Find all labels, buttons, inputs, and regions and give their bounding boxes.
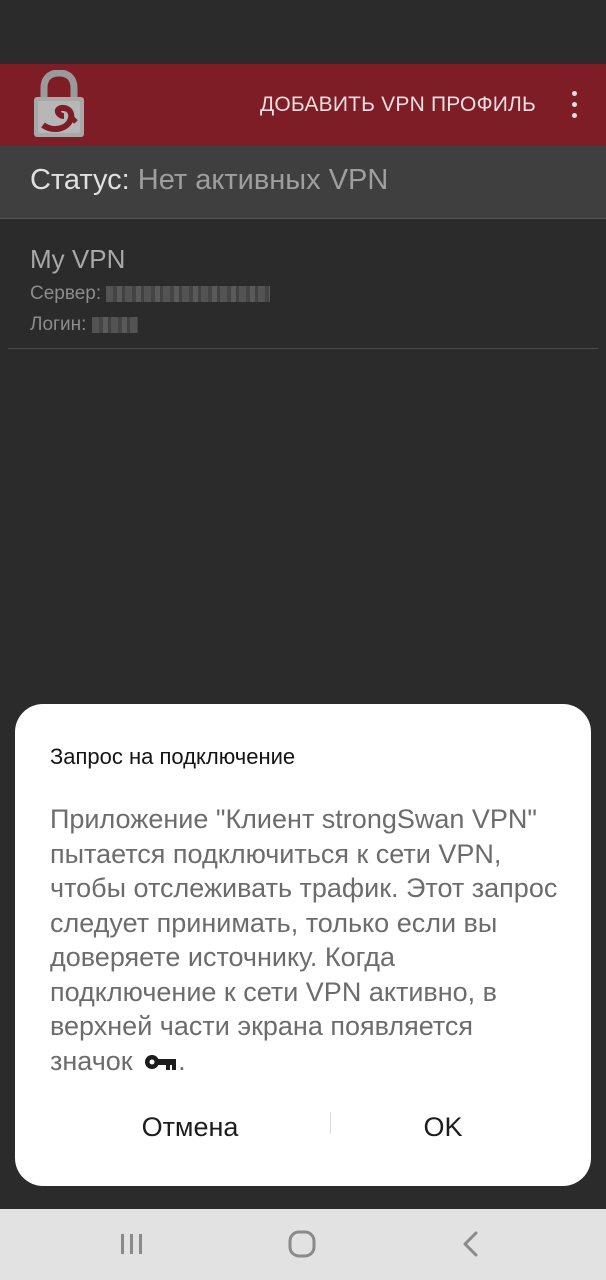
home-icon[interactable]	[285, 1227, 319, 1261]
screen: ДОБАВИТЬ VPN ПРОФИЛЬ Статус: Нет активны…	[0, 0, 606, 1280]
ok-button[interactable]: OK	[325, 1102, 561, 1152]
redacted-login-value	[91, 316, 138, 333]
dialog-message: Приложение "Клиент strongSwan VPN" пытае…	[50, 802, 560, 1078]
recent-apps-icon[interactable]	[115, 1227, 149, 1261]
key-icon	[144, 1046, 178, 1070]
vpn-profile-item[interactable]: My VPN Сервер: Логин:	[8, 230, 598, 349]
status-value: Нет активных VPN	[137, 164, 389, 196]
dialog-buttons: Отмена OK	[15, 1102, 591, 1152]
system-navigation-bar	[0, 1209, 606, 1280]
profile-login-line: Логин:	[30, 314, 138, 336]
dialog-message-end: .	[178, 1045, 186, 1076]
dialog-message-text: Приложение "Клиент strongSwan VPN" пытае…	[50, 804, 558, 1076]
strongswan-lock-logo-icon	[28, 69, 90, 140]
add-vpn-profile-button[interactable]: ДОБАВИТЬ VPN ПРОФИЛЬ	[260, 90, 536, 120]
status-text: Статус: Нет активных VPN	[30, 164, 388, 197]
system-status-bar	[0, 0, 606, 64]
more-vert-icon[interactable]	[564, 86, 584, 122]
status-label: Статус:	[30, 164, 130, 196]
login-label: Логин:	[30, 314, 87, 335]
dialog-title: Запрос на подключение	[50, 744, 296, 769]
profile-server-line: Сервер:	[30, 283, 271, 305]
server-label: Сервер:	[30, 283, 102, 304]
redacted-server-value	[106, 285, 271, 302]
cancel-button[interactable]: Отмена	[60, 1102, 320, 1152]
back-icon[interactable]	[455, 1227, 489, 1261]
connection-request-dialog: Запрос на подключение Приложение "Клиент…	[15, 704, 591, 1186]
app-bar: ДОБАВИТЬ VPN ПРОФИЛЬ	[0, 64, 606, 146]
profile-name: My VPN	[30, 244, 126, 274]
status-row: Статус: Нет активных VPN	[0, 146, 606, 219]
